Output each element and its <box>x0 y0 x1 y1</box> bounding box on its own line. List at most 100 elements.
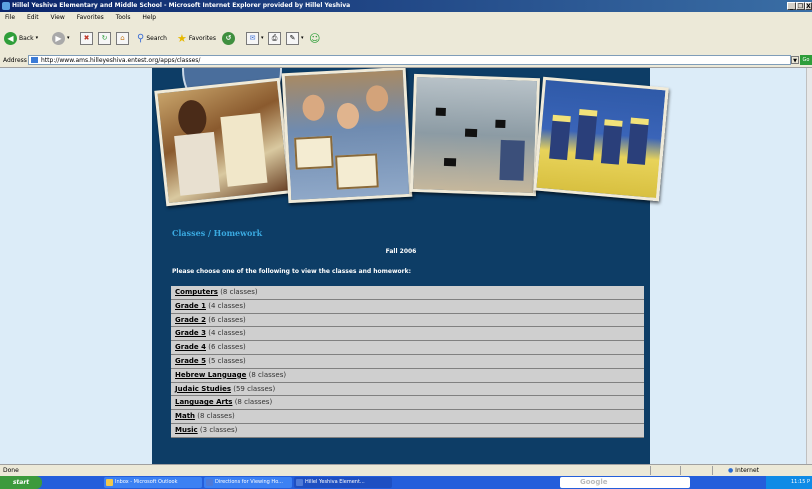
refresh-button[interactable]: ↻ <box>98 30 111 46</box>
history-button[interactable]: ↺ <box>222 30 235 46</box>
class-count: (4 classes) <box>208 329 246 338</box>
class-link-grade-3[interactable]: Grade 3 <box>175 329 206 337</box>
chevron-down-icon: ▾ <box>261 35 264 41</box>
search-icon: ⚲ <box>137 32 145 44</box>
address-input[interactable]: http://www.ams.hilleyeshiva.entest.org/a… <box>28 55 791 65</box>
banner-photo-3 <box>409 73 541 197</box>
menu-help[interactable]: Help <box>137 12 161 23</box>
window-title: Hillel Yeshiva Elementary and Middle Sch… <box>12 2 351 9</box>
class-link-computers[interactable]: Computers <box>175 288 218 296</box>
status-divider <box>650 466 651 475</box>
class-count: (4 classes) <box>208 301 246 310</box>
class-count: (8 classes) <box>197 412 235 421</box>
taskbar-item-label: Inbox - Microsoft Outlook <box>115 479 178 485</box>
class-count: (8 classes) <box>220 288 258 296</box>
class-link-math[interactable]: Math <box>175 412 195 420</box>
go-button[interactable]: Go <box>800 55 812 65</box>
chevron-down-icon: ▾ <box>67 35 70 41</box>
mail-icon: ✉ <box>246 31 259 45</box>
taskbar-item-hillel[interactable]: Hillel Yeshiva Element... <box>294 477 392 488</box>
class-link-grade-5[interactable]: Grade 5 <box>175 357 206 365</box>
favorites-button[interactable]: ★ Favorites <box>177 30 216 46</box>
menu-view[interactable]: View <box>46 12 70 23</box>
class-link-grade-1[interactable]: Grade 1 <box>175 302 206 310</box>
list-item: Music (3 classes) <box>171 423 644 438</box>
taskbar-item-outlook[interactable]: Inbox - Microsoft Outlook <box>104 477 202 488</box>
list-item: Grade 4 (6 classes) <box>171 341 644 355</box>
start-button[interactable]: start <box>0 476 42 489</box>
classes-list: Computers (8 classes) Grade 1 (4 classes… <box>171 286 644 438</box>
chevron-down-icon: ▾ <box>35 35 39 41</box>
taskbar-item-directions[interactable]: Directions for Viewing Ho... <box>204 477 292 488</box>
google-search-input[interactable]: Google <box>560 477 690 488</box>
browser-toolbar: ◀ Back ▾ ▶ ▾ ✖ ↻ ⌂ ⚲ Search ★ Favorites … <box>0 23 812 55</box>
class-count: (5 classes) <box>208 356 246 365</box>
maximize-button[interactable]: ❐ <box>796 2 805 10</box>
list-item: Grade 3 (4 classes) <box>171 327 644 342</box>
favorites-label: Favorites <box>188 34 216 42</box>
status-text: Done <box>3 467 19 474</box>
back-label: Back <box>19 34 34 42</box>
back-button[interactable]: ◀ Back ▾ <box>4 30 38 46</box>
page-content: Classes / Homework Fall 2006 Please choo… <box>152 68 669 464</box>
menu-tools[interactable]: Tools <box>111 12 136 23</box>
address-label: Address <box>3 57 27 64</box>
close-button[interactable]: X <box>805 2 812 10</box>
window-titlebar: Hillel Yeshiva Elementary and Middle Sch… <box>0 0 812 12</box>
edit-page-icon: ✎ <box>286 31 299 45</box>
class-count: (8 classes) <box>248 370 287 379</box>
search-button[interactable]: ⚲ Search <box>137 30 167 46</box>
zone-label: Internet <box>735 467 759 474</box>
home-button[interactable]: ⌂ <box>116 30 129 46</box>
ie-icon <box>206 479 213 486</box>
status-divider <box>712 466 713 475</box>
menu-edit[interactable]: Edit <box>22 12 44 23</box>
class-link-music[interactable]: Music <box>175 426 198 434</box>
back-arrow-icon: ◀ <box>4 31 17 45</box>
taskbar-item-label: Directions for Viewing Ho... <box>215 479 283 485</box>
forward-arrow-icon: ▶ <box>52 31 65 45</box>
google-placeholder: Google <box>580 478 608 486</box>
page-icon <box>31 57 38 63</box>
list-item: Grade 2 (6 classes) <box>171 313 644 328</box>
address-bar: Address http://www.ams.hilleyeshiva.ente… <box>0 54 812 68</box>
banner-photo-2 <box>281 68 413 204</box>
stop-button[interactable]: ✖ <box>80 30 93 46</box>
security-zone: ● Internet <box>728 465 759 476</box>
banner-photo-1 <box>154 77 292 207</box>
class-link-grade-4[interactable]: Grade 4 <box>175 343 206 351</box>
home-icon: ⌂ <box>116 31 129 45</box>
page-heading: Classes / Homework <box>172 228 263 238</box>
history-icon: ↺ <box>222 31 235 45</box>
refresh-icon: ↻ <box>98 31 111 45</box>
chevron-down-icon: ▾ <box>301 35 304 41</box>
class-link-judaic-studies[interactable]: Judaic Studies <box>175 385 231 393</box>
list-item: Grade 5 (5 classes) <box>171 354 644 369</box>
system-tray: 11:15 P <box>766 476 812 489</box>
search-label: Search <box>146 34 167 42</box>
list-item: Computers (8 classes) <box>171 286 644 300</box>
class-count: (8 classes) <box>234 398 273 407</box>
banner-collage <box>152 68 669 216</box>
banner-photo-4 <box>533 76 669 202</box>
page-viewport: Classes / Homework Fall 2006 Please choo… <box>0 68 806 464</box>
windows-taskbar: start Inbox - Microsoft Outlook Directio… <box>0 476 812 489</box>
menu-favorites[interactable]: Favorites <box>72 12 109 23</box>
mail-button[interactable]: ✉ ▾ <box>246 30 264 46</box>
list-item: Grade 1 (4 classes) <box>171 299 644 314</box>
class-link-language-arts[interactable]: Language Arts <box>175 398 232 406</box>
class-link-hebrew-language[interactable]: Hebrew Language <box>175 371 246 379</box>
edit-button[interactable]: ✎ ▾ <box>286 30 304 46</box>
address-dropdown-icon[interactable]: ▼ <box>791 56 799 64</box>
list-item: Judaic Studies (59 classes) <box>171 382 644 397</box>
list-item: Hebrew Language (8 classes) <box>171 368 644 383</box>
messenger-button[interactable]: ☺ <box>309 30 320 46</box>
star-icon: ★ <box>177 31 187 45</box>
menu-file[interactable]: File <box>0 12 20 23</box>
class-link-grade-2[interactable]: Grade 2 <box>175 316 206 324</box>
forward-button[interactable]: ▶ ▾ <box>52 30 70 46</box>
minimize-button[interactable]: _ <box>787 2 796 10</box>
messenger-icon: ☺ <box>309 31 321 45</box>
vertical-scrollbar[interactable] <box>806 68 812 464</box>
print-button[interactable]: ⎙ <box>268 30 281 46</box>
